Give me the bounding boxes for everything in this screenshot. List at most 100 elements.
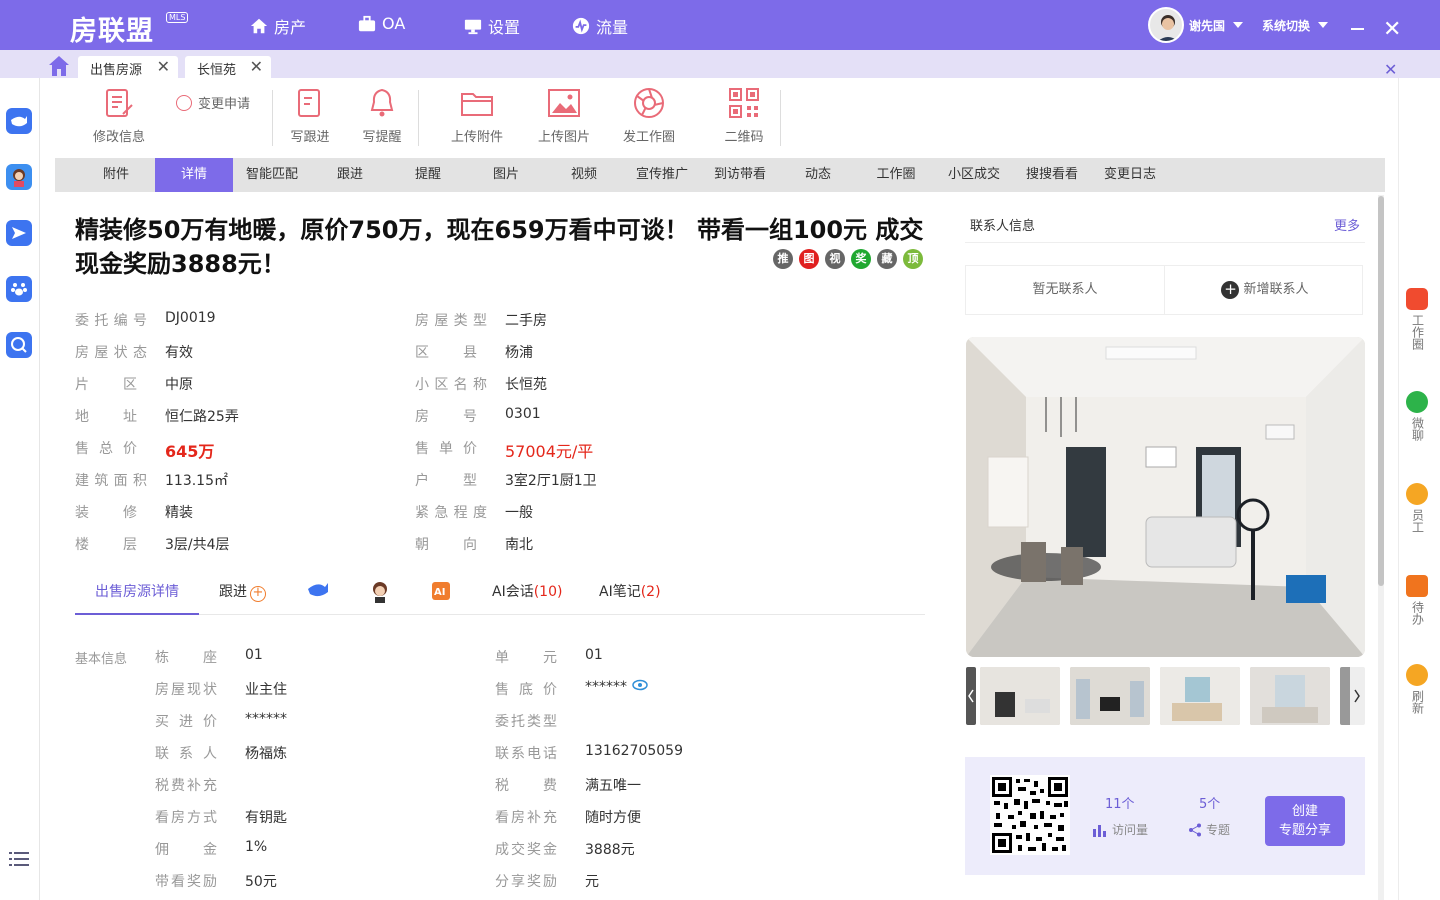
scrollbar-thumb[interactable] bbox=[1378, 196, 1384, 586]
subtab-video[interactable]: 视频 bbox=[545, 158, 623, 192]
prev-thumb-arrow[interactable] bbox=[966, 667, 976, 725]
detail-subtabs: 附件 详情 智能匹配 跟进 提醒 图片 视频 宣传推广 到访带看 动态 工作圈 … bbox=[55, 158, 1385, 192]
briefcase-icon bbox=[358, 15, 376, 31]
user-menu[interactable]: 谢先国 bbox=[1189, 17, 1244, 34]
photo-thumbnail[interactable] bbox=[1070, 667, 1150, 725]
listing-badges: 推 图 视 奖 藏 顶 bbox=[773, 249, 923, 269]
qrcode-button[interactable]: 二维码 bbox=[718, 86, 770, 145]
close-icon[interactable]: ✕ bbox=[157, 57, 170, 76]
tab-ai-chat[interactable]: AI会话(10) bbox=[492, 581, 562, 601]
upload-attachment-button[interactable]: 上传附件 bbox=[446, 86, 508, 145]
badge-top: 顶 bbox=[903, 249, 923, 269]
rail-refresh[interactable]: 刷新 bbox=[1403, 664, 1431, 717]
system-switch[interactable]: 系统切换 bbox=[1262, 17, 1329, 34]
post-work-circle-button[interactable]: 发工作圈 bbox=[618, 86, 680, 145]
detail-label: 紧急程度 bbox=[415, 505, 487, 521]
subtab-search-look[interactable]: 搜搜看看 bbox=[1013, 158, 1091, 192]
tab-ai-notes[interactable]: AI笔记(2) bbox=[599, 581, 661, 601]
photo-thumbnail[interactable] bbox=[980, 667, 1060, 725]
tab-sale-detail[interactable]: 出售房源详情 bbox=[75, 581, 199, 615]
detail-label: 户型 bbox=[415, 473, 477, 489]
paw-icon[interactable] bbox=[6, 276, 32, 302]
subtab-followup[interactable]: 跟进 bbox=[311, 158, 389, 192]
tab-changhengyuan[interactable]: 长恒苑 ✕ bbox=[185, 56, 271, 78]
unit-price-value: 57004元/平 bbox=[505, 442, 594, 461]
detail-value: 南北 bbox=[505, 537, 533, 553]
home-tab-icon[interactable] bbox=[48, 55, 70, 81]
close-icon[interactable]: ✕ bbox=[250, 57, 263, 76]
subtab-attachment[interactable]: 附件 bbox=[77, 158, 155, 192]
subtab-promotion[interactable]: 宣传推广 bbox=[623, 158, 701, 192]
tab-sale-listings[interactable]: 出售房源 ✕ bbox=[78, 56, 178, 78]
write-followup-button[interactable]: 写跟进 bbox=[286, 86, 334, 145]
nav-traffic[interactable]: 流量 bbox=[572, 14, 628, 38]
whale-icon[interactable] bbox=[307, 581, 329, 603]
basic-label: 联系电话 bbox=[495, 746, 557, 762]
detail-label: 朝向 bbox=[415, 537, 477, 553]
minimize-button[interactable] bbox=[1351, 28, 1364, 30]
chat-search-icon[interactable] bbox=[6, 332, 32, 358]
subtab-detail[interactable]: 详情 bbox=[155, 158, 233, 192]
subtab-reminder[interactable]: 提醒 bbox=[389, 158, 467, 192]
subtab-change-log[interactable]: 变更日志 bbox=[1091, 158, 1169, 192]
create-topic-share-button[interactable]: 创建 专题分享 bbox=[1265, 796, 1345, 846]
more-link[interactable]: 更多 bbox=[1334, 215, 1360, 234]
contact-title: 联系人信息 bbox=[970, 219, 1036, 234]
nav-property[interactable]: 房产 bbox=[250, 14, 306, 38]
subtab-activity[interactable]: 动态 bbox=[779, 158, 857, 192]
svg-text:AI: AI bbox=[434, 587, 445, 598]
subtab-smart-match[interactable]: 智能匹配 bbox=[233, 158, 311, 192]
detail-label: 区县 bbox=[415, 345, 477, 361]
write-reminder-button[interactable]: 写提醒 bbox=[357, 86, 407, 145]
detail-label: 房号 bbox=[415, 409, 477, 425]
subtab-community-deals[interactable]: 小区成交 bbox=[935, 158, 1013, 192]
detail-label: 售单价 bbox=[415, 441, 477, 457]
assistant-avatar-icon[interactable] bbox=[371, 581, 389, 607]
assistant-avatar-icon[interactable] bbox=[6, 164, 32, 190]
rail-staff[interactable]: 员工 bbox=[1403, 483, 1431, 536]
detail-label: 片区 bbox=[75, 377, 137, 393]
detail-value: 3层/共4层 bbox=[165, 537, 230, 553]
listing-main-photo[interactable] bbox=[966, 337, 1365, 657]
detail-value: 精装 bbox=[165, 505, 193, 521]
chevron-down-icon bbox=[1318, 22, 1329, 28]
subtab-images[interactable]: 图片 bbox=[467, 158, 545, 192]
left-rail bbox=[0, 78, 40, 900]
basic-value: 业主住 bbox=[245, 682, 287, 698]
nav-settings[interactable]: 设置 bbox=[464, 14, 520, 38]
badge-image: 图 bbox=[799, 249, 819, 269]
user-avatar[interactable] bbox=[1148, 7, 1184, 43]
detail-value: 113.15㎡ bbox=[165, 473, 228, 489]
send-icon[interactable] bbox=[6, 220, 32, 246]
basic-value: 50元 bbox=[245, 874, 277, 890]
refresh-icon bbox=[1406, 664, 1428, 686]
rail-wechat[interactable]: 微聊 bbox=[1403, 391, 1431, 444]
add-contact-button[interactable]: + 新增联系人 bbox=[1166, 266, 1364, 314]
menu-list-icon[interactable] bbox=[9, 850, 29, 872]
detail-label: 委托编号 bbox=[75, 313, 147, 329]
person-icon bbox=[1406, 483, 1428, 505]
subtab-work-circle[interactable]: 工作圈 bbox=[857, 158, 935, 192]
photo-thumbnail[interactable] bbox=[1250, 667, 1330, 725]
basic-label: 成交奖金 bbox=[495, 842, 557, 858]
edit-info-button[interactable]: 修改信息 bbox=[88, 86, 150, 145]
close-window-button[interactable]: ✕ bbox=[1383, 19, 1401, 41]
whale-app-icon[interactable] bbox=[6, 108, 32, 134]
add-circle-icon: + bbox=[250, 586, 266, 602]
next-thumb-arrow[interactable] bbox=[1340, 667, 1365, 725]
change-request-button[interactable]: 变更申请 bbox=[176, 93, 262, 112]
ai-icon[interactable]: AI bbox=[431, 581, 451, 605]
subtab-visits[interactable]: 到访带看 bbox=[701, 158, 779, 192]
basic-value: 随时方便 bbox=[585, 810, 641, 826]
rail-work-circle[interactable]: 工作圈 bbox=[1403, 288, 1431, 353]
upload-image-button[interactable]: 上传图片 bbox=[533, 86, 595, 145]
pulse-icon bbox=[572, 17, 590, 35]
badge-reward: 奖 bbox=[851, 249, 871, 269]
rail-todo[interactable]: 待办 bbox=[1403, 575, 1431, 628]
topics-count: 5个 bbox=[1199, 797, 1221, 812]
eye-icon[interactable] bbox=[632, 679, 648, 691]
close-all-tabs-icon[interactable]: ✕ bbox=[1384, 60, 1397, 79]
tab-followup-section[interactable]: 跟进 + bbox=[219, 581, 266, 602]
nav-oa[interactable]: OA bbox=[358, 14, 405, 33]
photo-thumbnail[interactable] bbox=[1160, 667, 1240, 725]
